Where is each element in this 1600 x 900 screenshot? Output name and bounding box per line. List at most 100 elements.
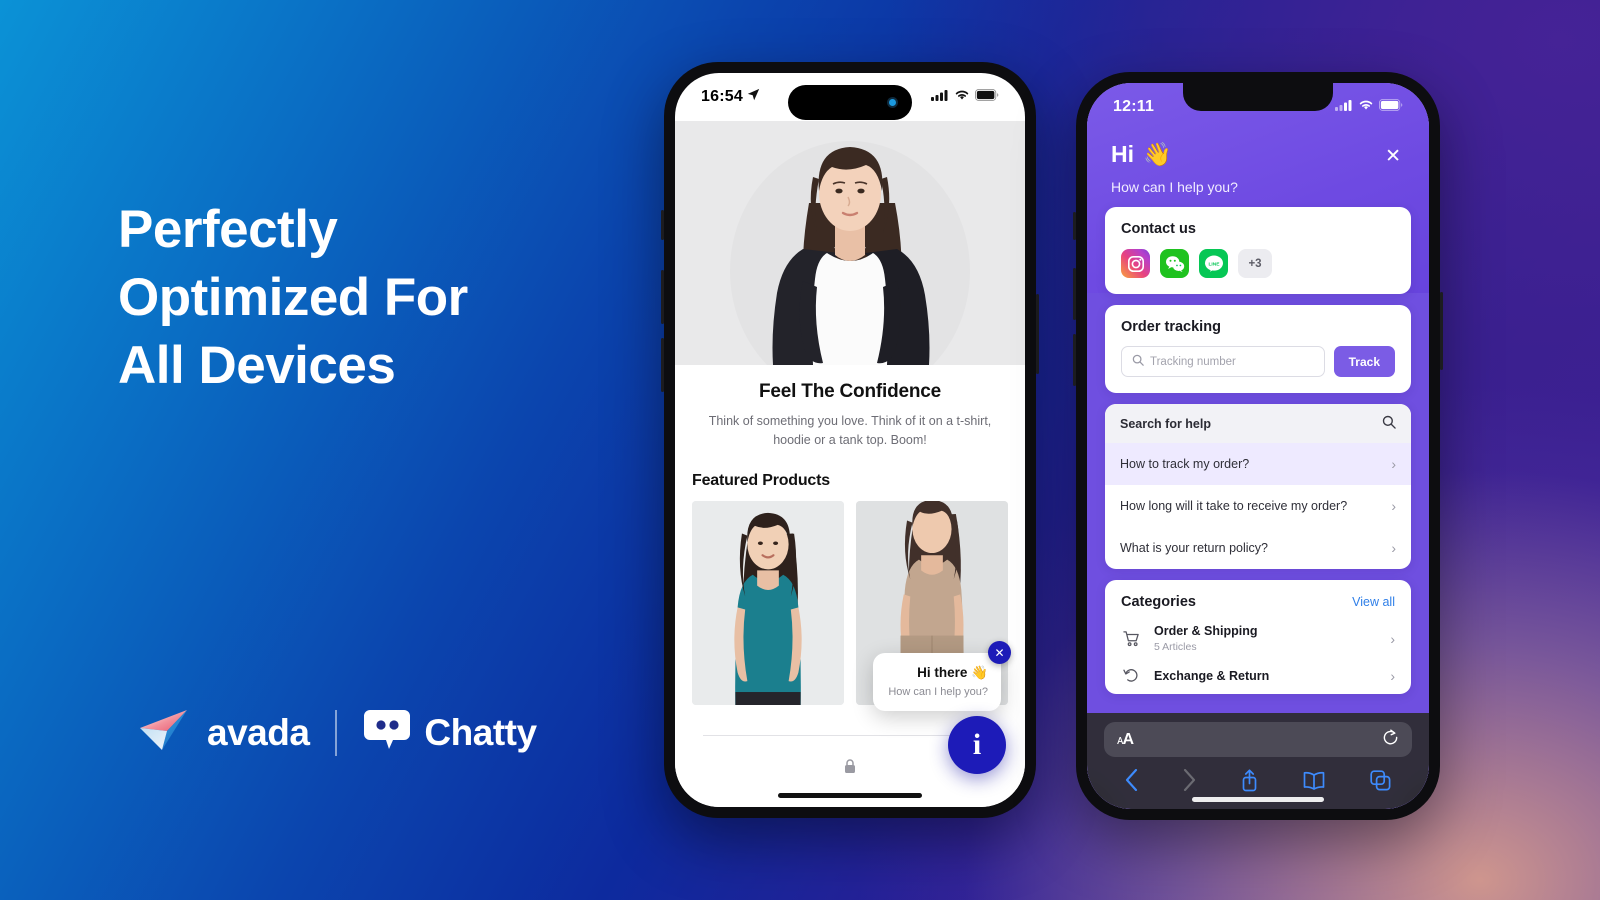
logo-divider [335, 709, 338, 756]
view-all-link[interactable]: View all [1352, 595, 1395, 609]
more-channels-badge[interactable]: +3 [1238, 249, 1272, 278]
status-time: 16:54 [701, 88, 760, 106]
close-icon[interactable]: ✕ [1385, 147, 1401, 166]
return-arrow-icon [1121, 667, 1141, 684]
lock-icon [844, 759, 856, 779]
paper-plane-icon [138, 708, 194, 757]
battery-icon-2 [1379, 98, 1403, 116]
order-tracking-title: Order tracking [1121, 319, 1221, 335]
chevron-right-icon: › [1391, 540, 1396, 556]
wifi-icon-2 [1358, 98, 1374, 116]
book-icon[interactable] [1303, 771, 1325, 790]
widget-header: ✕ Hi 👋 How can I help you? [1111, 141, 1411, 195]
waving-hand-emoji: 👋 [1143, 141, 1172, 167]
tracking-number-placeholder: Tracking number [1150, 355, 1236, 368]
faq-item-2[interactable]: What is your return policy? › [1105, 527, 1411, 569]
notch [1183, 83, 1333, 111]
faq-question: What is your return policy? [1120, 541, 1268, 555]
tracking-number-input[interactable]: Tracking number [1121, 346, 1325, 377]
contact-channels: LINE +3 [1121, 249, 1395, 278]
avada-logo: avada [138, 708, 310, 757]
avada-brand-name: avada [207, 711, 310, 753]
faq-item-1[interactable]: How long will it take to receive my orde… [1105, 485, 1411, 527]
chevron-right-icon[interactable] [1183, 769, 1196, 791]
headline-line-3: All Devices [118, 335, 396, 395]
location-arrow-icon [747, 88, 760, 106]
headline-line-1: Perfectly [118, 200, 338, 259]
page-title: Perfectly Optimized For All Devices [118, 196, 678, 399]
faq-question: How long will it take to receive my orde… [1120, 499, 1348, 513]
volume-down-button-2 [1073, 334, 1076, 386]
home-indicator [1192, 797, 1324, 802]
power-button [1036, 294, 1039, 374]
text-size-button[interactable]: ᴀA [1117, 731, 1134, 749]
chevron-left-icon[interactable] [1125, 769, 1138, 791]
category-item-exchange-return[interactable]: Exchange & Return › [1121, 667, 1395, 684]
wechat-icon[interactable] [1160, 249, 1189, 278]
volume-up-button [661, 270, 664, 324]
search-icon [1382, 415, 1396, 432]
order-tracking-card: Order tracking Tracking number Track [1105, 305, 1411, 393]
power-button-2 [1440, 292, 1443, 370]
category-name: Exchange & Return [1154, 668, 1270, 683]
share-icon[interactable] [1240, 768, 1259, 792]
volume-up-button-2 [1073, 268, 1076, 320]
line-icon[interactable]: LINE [1199, 249, 1228, 278]
widget-greeting-subtitle: How can I help you? [1111, 179, 1238, 195]
status-time-2: 12:11 [1113, 98, 1155, 115]
chatty-brand-name: Chatty [424, 711, 537, 753]
close-icon[interactable]: ✕ [988, 641, 1011, 664]
dynamic-island [788, 85, 912, 120]
chevron-right-icon: › [1390, 667, 1395, 684]
headline-line-2: Optimized For [118, 267, 468, 327]
featured-products-heading: Featured Products [692, 471, 830, 489]
chat-greeting-bubble[interactable]: ✕ Hi there 👋 How can I help you? [873, 641, 1011, 711]
product-headline: Feel The Confidence [758, 381, 941, 402]
safari-nav-bar [1087, 765, 1429, 795]
mute-switch [661, 210, 664, 240]
search-for-help-input[interactable]: Search for help [1105, 404, 1411, 443]
signal-bars-icon [931, 88, 949, 106]
widget-greeting: Hi 👋 [1111, 141, 1172, 167]
search-for-help-label: Search for help [1120, 416, 1211, 431]
widget-scroll-area[interactable]: Contact us LINE +3 Order tracking Tracki… [1105, 207, 1411, 713]
tabs-icon[interactable] [1370, 769, 1391, 791]
contact-us-title: Contact us [1121, 221, 1196, 237]
reload-icon[interactable] [1382, 728, 1399, 751]
shopping-cart-icon [1121, 630, 1141, 647]
phone-device-chatwidget: 12:11 ✕ Hi 👋 How can I help you? Contact… [1073, 72, 1443, 820]
battery-icon [975, 88, 999, 106]
phone-device-storefront: 16:54 Feel The Confidence Think of somet… [661, 62, 1039, 818]
categories-title: Categories [1121, 594, 1196, 610]
hero-text-block: Perfectly Optimized For All Devices [118, 196, 678, 399]
chevron-right-icon: › [1391, 498, 1396, 514]
hero-product-image [675, 121, 1025, 365]
url-address-bar[interactable]: ᴀA [1104, 722, 1412, 757]
waving-hand-emoji: 👋 [971, 665, 988, 680]
category-item-order-shipping[interactable]: Order & Shipping 5 Articles › [1121, 624, 1395, 653]
product-card-teal-tank[interactable] [692, 500, 844, 705]
front-camera-icon [887, 97, 898, 108]
info-icon[interactable]: i [948, 716, 1006, 774]
categories-card: Categories View all Order & Shipping 5 A… [1105, 580, 1411, 694]
chat-greeting-title: Hi there 👋 [917, 665, 988, 680]
svg-text:LINE: LINE [1208, 261, 1220, 267]
instagram-icon[interactable] [1121, 249, 1150, 278]
wifi-icon [954, 88, 970, 106]
chat-bubble-icon [363, 708, 411, 757]
home-indicator [778, 793, 922, 798]
brand-logo-row: avada Chatty [138, 708, 537, 757]
category-name: Order & Shipping [1154, 624, 1258, 638]
search-icon [1132, 354, 1144, 369]
faq-question: How to track my order? [1120, 457, 1250, 471]
product-description: Think of something you love. Think of it… [708, 414, 992, 447]
contact-us-card: Contact us LINE +3 [1105, 207, 1411, 294]
safari-browser-bar: ᴀA [1087, 713, 1429, 809]
volume-down-button [661, 338, 664, 392]
track-button[interactable]: Track [1333, 346, 1395, 377]
chevron-right-icon: › [1390, 630, 1395, 647]
faq-item-0[interactable]: How to track my order? › [1105, 443, 1411, 485]
chevron-right-icon: › [1391, 456, 1396, 472]
chat-widget-screen: 12:11 ✕ Hi 👋 How can I help you? Contact… [1087, 83, 1429, 809]
chatty-logo: Chatty [363, 708, 537, 757]
